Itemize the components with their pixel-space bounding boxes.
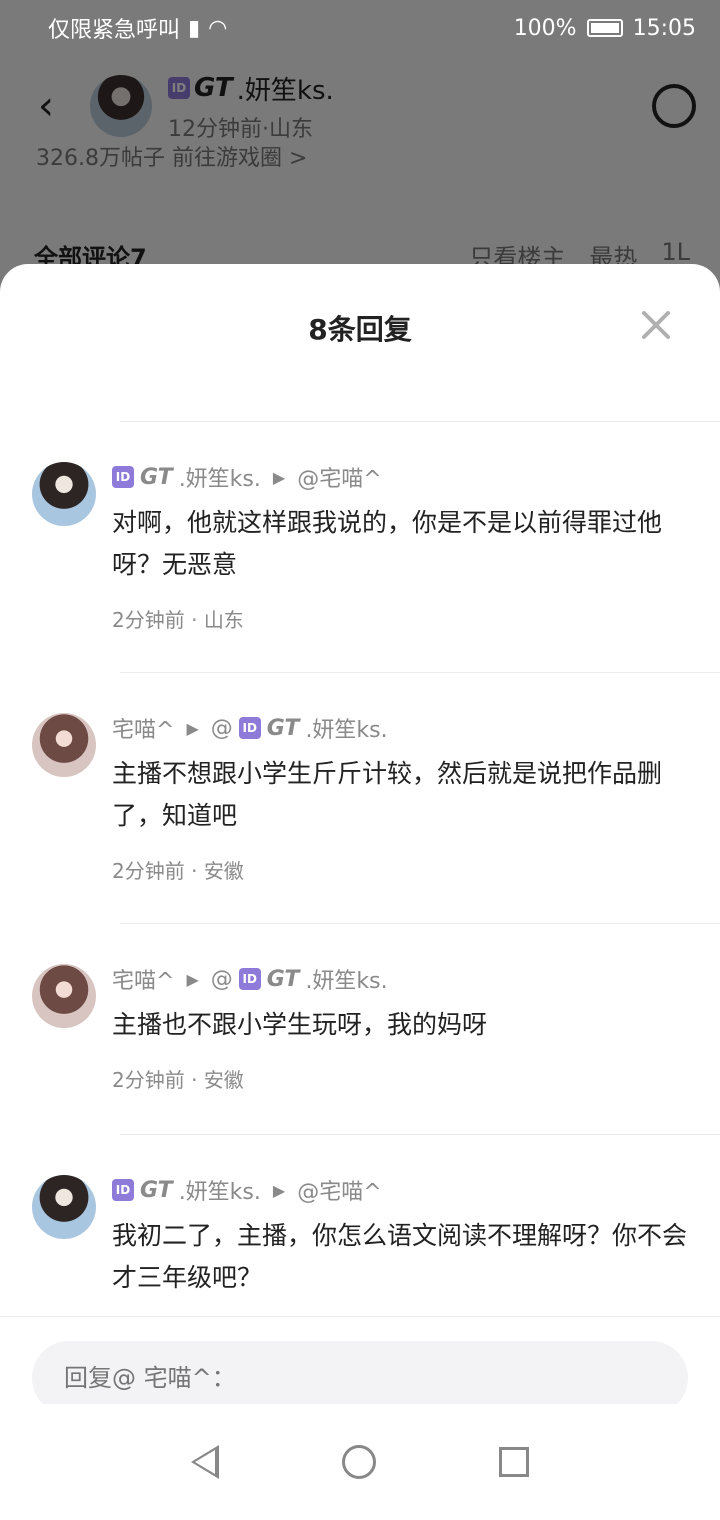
id-badge-icon: ID	[112, 466, 134, 488]
nav-home-icon[interactable]	[341, 1445, 376, 1479]
id-badge-icon: ID	[238, 717, 261, 739]
reply-text[interactable]: 对啊，他就这样跟我说的，你是不是以前得罪过他呀？无恶意	[112, 502, 690, 586]
reply-to[interactable]: .妍笙ks.	[305, 712, 387, 744]
system-nav-bar	[0, 1404, 720, 1520]
reply-names: 宅喵^ ▶ @ ID GT .妍笙ks.	[112, 712, 690, 744]
reply-to[interactable]: @宅喵^	[297, 1174, 381, 1206]
reply-names: ID GT .妍笙ks. ▶ @宅喵^	[112, 462, 690, 492]
reply-meta: 2分钟前 · 安徽	[112, 859, 244, 883]
carrier-text: 仅限紧急呼叫	[48, 18, 181, 43]
id-badge-icon: ID	[238, 968, 261, 990]
reply-meta: 2分钟前 · 安徽	[112, 1068, 244, 1092]
battery-percent: 100%	[513, 15, 577, 41]
reply-arrow-icon: ▶	[186, 969, 199, 989]
reply-to[interactable]: .妍笙ks.	[305, 963, 387, 995]
reply-item[interactable]: ID GT .妍笙ks. ▶ @宅喵^ 我初二了，主播，你怎么语文阅读不理解呀？你不…	[0, 1135, 720, 1335]
reply-from[interactable]: .妍笙ks.	[179, 1174, 261, 1206]
reply-from[interactable]: .妍笙ks.	[179, 461, 261, 493]
status-left: 仅限紧急呼叫 ▮ ◠	[48, 12, 227, 44]
avatar[interactable]	[32, 964, 96, 1028]
wifi-icon: ◠	[208, 15, 228, 41]
close-icon[interactable]	[638, 308, 672, 342]
avatar[interactable]	[32, 462, 96, 526]
sheet-title: 8条回复	[308, 313, 412, 346]
clock: 15:05	[632, 15, 696, 41]
reply-input-bar	[0, 1316, 720, 1415]
reply-names: ID GT .妍笙ks. ▶ @宅喵^	[112, 1175, 690, 1205]
reply-arrow-icon: ▶	[272, 1180, 286, 1200]
avatar[interactable]	[32, 1175, 96, 1239]
reply-item[interactable]: ID GT .妍笙ks. ▶ @宅喵^ 对啊，他就这样跟我说的，你是不是以前得罪过他…	[0, 422, 720, 672]
reply-text[interactable]: 主播不想跟小学生斤斤计较，然后就是说把作品删了，知道吧	[112, 753, 690, 837]
nav-recent-icon[interactable]	[498, 1447, 529, 1477]
reply-meta: 2分钟前 · 山东	[112, 608, 244, 632]
reply-text[interactable]: 我初二了，主播，你怎么语文阅读不理解呀？你不会才三年级吧？	[112, 1215, 690, 1299]
reply-arrow-icon: ▶	[186, 718, 199, 738]
reply-from[interactable]: 宅喵^	[112, 963, 174, 995]
avatar[interactable]	[32, 713, 96, 777]
reply-to[interactable]: @宅喵^	[297, 461, 381, 493]
sheet-header: 8条回复	[120, 264, 720, 422]
id-badge-icon: ID	[112, 1179, 134, 1201]
reply-item[interactable]: 宅喵^ ▶ @ ID GT .妍笙ks. 主播不想跟小学生斤斤计较，然后就是说把作品删…	[0, 673, 720, 923]
status-bar: 仅限紧急呼叫 ▮ ◠ 100% 15:05	[0, 0, 720, 56]
nav-back-icon[interactable]	[191, 1445, 220, 1479]
reply-names: 宅喵^ ▶ @ ID GT .妍笙ks.	[112, 963, 690, 995]
battery-icon	[586, 19, 623, 37]
signal-icon: ▮	[188, 15, 201, 41]
reply-item[interactable]: 宅喵^ ▶ @ ID GT .妍笙ks. 主播也不跟小学生玩呀，我的妈呀 2分钟前 ·…	[0, 924, 720, 1134]
reply-arrow-icon: ▶	[272, 467, 286, 487]
status-right: 100% 15:05	[514, 16, 696, 41]
reply-from[interactable]: 宅喵^	[112, 712, 174, 744]
reply-text[interactable]: 主播也不跟小学生玩呀，我的妈呀	[112, 1004, 690, 1046]
